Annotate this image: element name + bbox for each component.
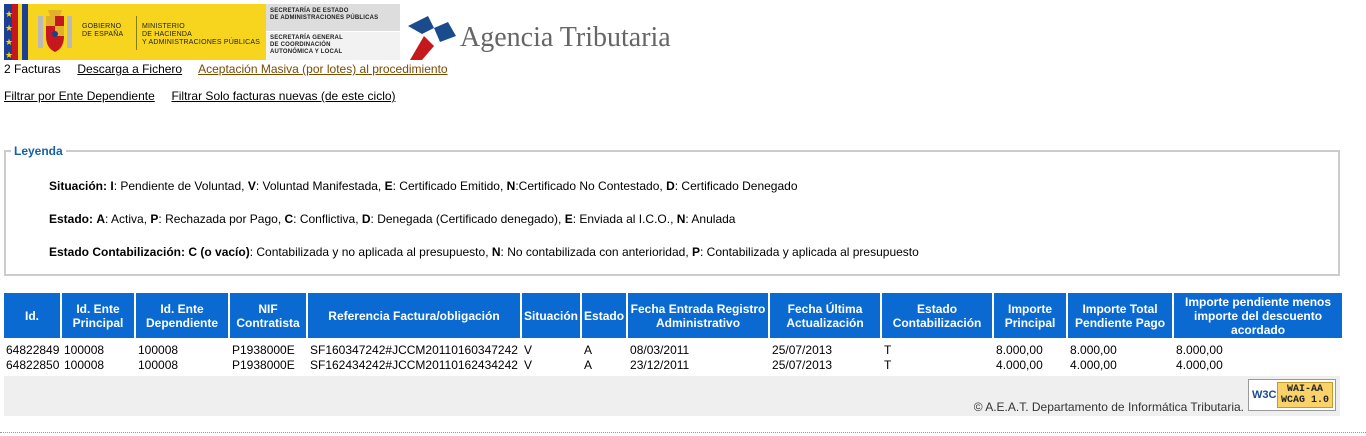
cell-fecha-entrada: 08/03/2011 [630, 342, 690, 357]
legend-box: Leyenda Situación: I: Pendiente de Volun… [4, 144, 1340, 276]
legend-contabilizacion: Estado Contabilización: C (o vacío): Con… [49, 245, 919, 259]
ministerio-text: MINISTERIO DE HACIENDA Y ADMINISTRACIONE… [142, 23, 261, 46]
cell-ente-principal: 100008 [64, 342, 105, 357]
invoices-table: Id. Id. Ente Principal Id. Ente Dependie… [4, 293, 1343, 372]
bulk-accept-link[interactable]: Aceptación Masiva (por lotes) al procedi… [198, 62, 447, 76]
w3c-wai-aa-badge-icon[interactable]: W3C WAI-AA WCAG 1.0 [1248, 379, 1336, 411]
col-header-estado[interactable]: Estado [582, 293, 629, 338]
eu-flag-icon: ★ ★ ★ ★ [4, 4, 28, 60]
legend-title: Leyenda [11, 144, 66, 158]
coat-of-arms-icon [38, 10, 72, 52]
cell-importe-principal: 4.000,00 [996, 357, 1043, 372]
cell-estado: A [584, 342, 593, 357]
cell-estado: A [584, 357, 593, 372]
col-header-importe-principal[interactable]: Importe Principal [994, 293, 1069, 338]
col-header-importe-pendiente[interactable]: Importe Total Pendiente Pago [1068, 293, 1175, 338]
filter-dependent-link[interactable]: Filtrar por Ente Dependiente [4, 89, 155, 103]
col-header-fecha-actualizacion[interactable]: Fecha Última Actualización [770, 293, 883, 338]
col-header-ente-principal[interactable]: Id. Ente Principal [62, 293, 136, 338]
cell-nif: P1938000E [232, 357, 295, 372]
cell-importe-pendiente: 8.000,00 [1070, 342, 1117, 357]
cell-ente-dependiente: 100008 [138, 342, 179, 357]
table-header-row: Id. Id. Ente Principal Id. Ente Dependie… [4, 293, 1343, 338]
secretaria-block: SECRETARÍA DE ESTADO DE ADMINISTRACIONES… [266, 4, 400, 60]
cell-nif: P1938000E [232, 342, 295, 357]
cell-referencia: SF162434242#JCCM20110162434242 [310, 357, 518, 372]
invoice-count: 2 Facturas [4, 62, 61, 76]
cell-ente-dependiente: 100008 [138, 357, 179, 372]
gobierno-text: GOBIERNO DE ESPAÑA [82, 23, 124, 38]
col-header-nif[interactable]: NIF Contratista [230, 293, 308, 338]
cell-fecha-entrada: 23/12/2011 [630, 357, 690, 372]
toolbar-row: 2 Facturas Descarga a Fichero Aceptación… [4, 62, 448, 76]
agencia-tributaria-logo-icon [408, 16, 456, 60]
col-header-id[interactable]: Id. [4, 293, 62, 338]
government-logo-block: ★ ★ ★ ★ GOBIERNO DE ESPAÑA MINISTERIO DE… [4, 4, 266, 60]
filter-new-link[interactable]: Filtrar Solo facturas nuevas (de este ci… [171, 89, 395, 103]
cell-referencia: SF160347242#JCCM20110160347242 [310, 342, 518, 357]
col-header-ente-dependiente[interactable]: Id. Ente Dependiente [136, 293, 230, 338]
col-header-estado-contabilizacion[interactable]: Estado Contabilización [882, 293, 995, 338]
bottom-divider [0, 432, 1366, 433]
agency-name: Agencia Tributaria [460, 22, 671, 53]
col-header-situacion[interactable]: Situación [522, 293, 583, 338]
cell-importe-pendiente: 4.000,00 [1070, 357, 1117, 372]
col-header-referencia[interactable]: Referencia Factura/obligación [308, 293, 522, 338]
download-file-link[interactable]: Descarga a Fichero [77, 62, 182, 76]
cell-situacion: V [524, 357, 533, 372]
copyright-text: © A.E.A.T. Departamento de Informática T… [973, 400, 1244, 414]
cell-id: 64822849 [6, 342, 60, 357]
legend-situacion: Situación: I: Pendiente de Voluntad, V: … [49, 179, 798, 193]
cell-fecha-actualizacion: 25/07/2013 [772, 357, 833, 372]
cell-estado-contabilizacion: T [884, 342, 892, 357]
cell-importe-descuento: 4.000,00 [1176, 357, 1223, 372]
filter-row: Filtrar por Ente Dependiente Filtrar Sol… [4, 89, 396, 103]
cell-ente-principal: 100008 [64, 357, 105, 372]
page-footer: © A.E.A.T. Departamento de Informática T… [4, 376, 1340, 416]
cell-importe-descuento: 8.000,00 [1176, 342, 1223, 357]
cell-id: 64822850 [6, 357, 60, 372]
legend-estado: Estado: A: Activa, P: Rechazada por Pago… [49, 212, 736, 226]
cell-estado-contabilizacion: T [884, 357, 892, 372]
table-row[interactable]: 64822849 100008 100008 P1938000E SF16034… [4, 342, 1342, 357]
table-row[interactable]: 64822850 100008 100008 P1938000E SF16243… [4, 357, 1342, 372]
col-header-fecha-entrada[interactable]: Fecha Entrada Registro Administrativo [628, 293, 771, 338]
cell-fecha-actualizacion: 25/07/2013 [772, 342, 833, 357]
cell-importe-principal: 8.000,00 [996, 342, 1043, 357]
col-header-importe-descuento[interactable]: Importe pendiente menos importe del desc… [1174, 293, 1343, 338]
site-header: ★ ★ ★ ★ GOBIERNO DE ESPAÑA MINISTERIO DE… [4, 4, 704, 60]
cell-situacion: V [524, 342, 533, 357]
